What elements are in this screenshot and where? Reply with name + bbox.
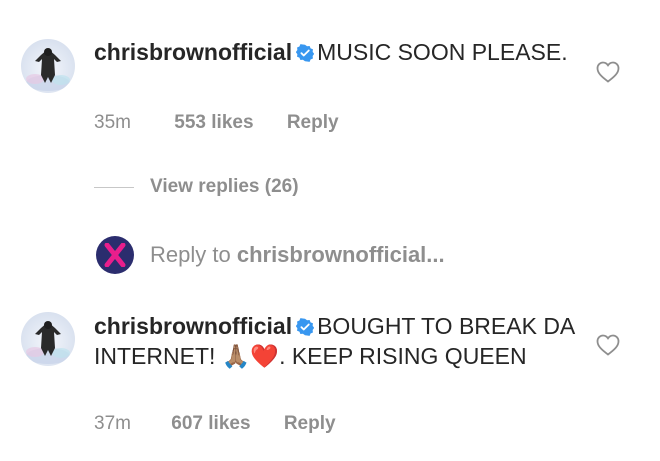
comment-text-end: . KEEP RISING QUEEN xyxy=(279,343,527,369)
reply-button[interactable]: Reply xyxy=(284,413,336,435)
comment-2: chrisbrownofficial BOUGHT TO BREAK DA INT… xyxy=(94,312,590,370)
heart-emoji: ❤️ xyxy=(250,343,280,369)
reply-input-row[interactable]: Reply to chrisbrownofficial... xyxy=(96,236,445,274)
comment-meta: 37m 607 likes Reply xyxy=(94,413,336,435)
comment-1: chrisbrownofficial MUSIC SOON PLEASE. xyxy=(94,38,590,68)
view-replies-button[interactable]: View replies (26) xyxy=(94,176,299,198)
comment-likes[interactable]: 607 likes xyxy=(171,413,250,435)
comment-likes[interactable]: 553 likes xyxy=(174,112,253,134)
pray-emoji: 🙏🏽 xyxy=(221,343,251,369)
reply-prompt[interactable]: Reply to chrisbrownofficial... xyxy=(150,242,445,268)
reply-prompt-target: chrisbrownofficial... xyxy=(236,242,445,267)
view-replies-label: View replies (26) xyxy=(150,176,299,197)
avatar[interactable] xyxy=(21,39,75,93)
verified-badge-icon xyxy=(295,40,315,68)
heart-icon[interactable] xyxy=(596,61,620,88)
comments-thread: chrisbrownofficial MUSIC SOON PLEASE. 35m… xyxy=(0,0,660,461)
comment-meta: 35m 553 likes Reply xyxy=(94,112,339,134)
x-logo-icon xyxy=(96,236,134,274)
divider-line xyxy=(94,186,134,188)
avatar[interactable] xyxy=(21,312,75,366)
comment-username[interactable]: chrisbrownofficial xyxy=(94,313,292,339)
heart-icon[interactable] xyxy=(596,334,620,361)
verified-badge-icon xyxy=(295,314,315,342)
reply-prompt-prefix: Reply to xyxy=(150,242,237,267)
reply-button[interactable]: Reply xyxy=(287,112,339,134)
comment-text: MUSIC SOON PLEASE. xyxy=(317,39,568,65)
comment-username[interactable]: chrisbrownofficial xyxy=(94,39,292,65)
